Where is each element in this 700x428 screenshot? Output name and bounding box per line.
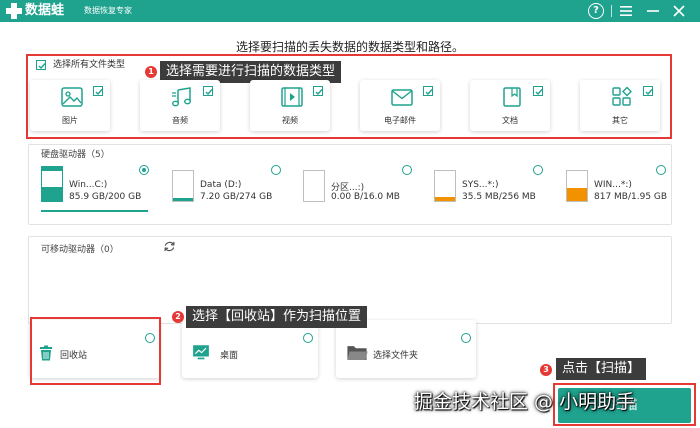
file-type-label: 文档 — [502, 116, 518, 125]
app-name: 数据蛙 — [25, 3, 65, 18]
file-type-label: 图片 — [62, 116, 78, 125]
file-type-label: 电子邮件 — [384, 116, 416, 125]
help-icon[interactable]: ? — [588, 3, 604, 19]
drive-icon — [303, 166, 325, 202]
video-icon — [281, 87, 303, 107]
minimize-icon[interactable] — [645, 3, 661, 19]
app-logo-icon — [6, 3, 22, 19]
location-label: 桌面 — [220, 351, 239, 361]
callout-3-label: 点击【扫描】 — [556, 358, 647, 380]
callout-3-badge: 3 — [540, 364, 552, 376]
drive-item[interactable]: 分区...:) 0.00 B/16.0 MB — [303, 165, 415, 212]
drive-icon — [566, 166, 588, 202]
drive-size: 0.00 B/16.0 MB — [331, 192, 400, 202]
drive-name: Data (D:) — [200, 180, 242, 190]
titlebar-divider — [611, 5, 612, 17]
app-subtitle: 数据恢复专家 — [84, 6, 132, 15]
select-all-checkbox[interactable] — [36, 60, 46, 70]
drive-size: 7.20 GB/274 GB — [200, 192, 273, 202]
select-all-label: 选择所有文件类型 — [53, 60, 126, 70]
file-type-checkbox[interactable] — [93, 86, 103, 96]
location-desktop[interactable]: 桌面 — [182, 320, 318, 378]
file-type-checkbox[interactable] — [643, 86, 653, 96]
folder-icon — [347, 346, 368, 360]
drive-size: 35.5 MB/256 MB — [462, 192, 536, 202]
file-type-checkbox[interactable] — [423, 86, 433, 96]
callout-1-badge: 1 — [145, 66, 157, 78]
location-radio[interactable] — [303, 333, 313, 343]
refresh-icon[interactable] — [163, 240, 176, 253]
drive-item[interactable]: SYS...*:) 35.5 MB/256 MB — [434, 165, 546, 212]
drive-radio[interactable] — [271, 165, 281, 175]
callout-2-label: 选择【回收站】作为扫描位置 — [186, 306, 368, 328]
page-heading: 选择要扫描的丢失数据的数据类型和路径。 — [235, 40, 464, 54]
drive-item[interactable]: WIN...*:) 817 MB/1.95 GB — [566, 165, 668, 212]
drive-item[interactable]: Data (D:) 7.20 GB/274 GB — [172, 165, 284, 212]
file-type-card-image[interactable]: 图片 — [30, 80, 110, 131]
drive-icon — [434, 166, 456, 202]
document-icon — [503, 87, 521, 107]
desktop-icon — [193, 345, 209, 360]
file-type-label: 视频 — [282, 116, 298, 125]
grid-icon — [612, 86, 632, 106]
drive-icon — [172, 166, 194, 202]
file-type-card-other[interactable]: 其它 — [580, 80, 660, 131]
file-type-checkbox[interactable] — [313, 86, 323, 96]
drive-size: 85.9 GB/200 GB — [69, 192, 142, 202]
hard-drives-title: 硬盘驱动器（5） — [41, 150, 110, 160]
title-bar: 数据蛙 数据恢复专家 ? — [0, 0, 700, 22]
location-radio[interactable] — [461, 333, 471, 343]
file-type-card-video[interactable]: 视频 — [250, 80, 330, 131]
callout-2-badge: 2 — [172, 311, 184, 323]
file-type-card-email[interactable]: 电子邮件 — [360, 80, 440, 131]
close-icon[interactable] — [671, 3, 687, 19]
removable-drives-title: 可移动驱动器（0） — [41, 245, 119, 255]
watermark: 掘金技术社区 @ 小明助手 — [414, 391, 636, 413]
file-type-label: 音频 — [172, 116, 188, 125]
location-label: 选择文件夹 — [373, 351, 419, 361]
drive-name: WIN...*:) — [594, 180, 632, 190]
drive-item[interactable]: Win...C:) 85.9 GB/200 GB — [41, 165, 149, 212]
drive-radio[interactable] — [402, 165, 412, 175]
image-icon — [61, 87, 83, 107]
drive-name: SYS...*:) — [462, 180, 499, 190]
file-type-card-audio[interactable]: 音频 — [140, 80, 220, 131]
drive-radio[interactable] — [139, 165, 149, 175]
drive-radio[interactable] — [656, 165, 666, 175]
drive-size: 817 MB/1.95 GB — [594, 192, 668, 202]
drive-radio[interactable] — [533, 165, 543, 175]
music-icon — [172, 87, 191, 107]
location-choose-folder[interactable]: 选择文件夹 — [336, 320, 476, 378]
callout-2-highlight — [30, 317, 161, 385]
email-icon — [391, 89, 413, 106]
file-type-checkbox[interactable] — [203, 86, 213, 96]
menu-icon[interactable] — [618, 3, 634, 19]
file-type-card-document[interactable]: 文档 — [470, 80, 550, 131]
drive-name: Win...C:) — [69, 180, 108, 190]
file-type-checkbox[interactable] — [533, 86, 543, 96]
file-type-label: 其它 — [612, 116, 628, 125]
drive-icon-system — [41, 166, 63, 202]
